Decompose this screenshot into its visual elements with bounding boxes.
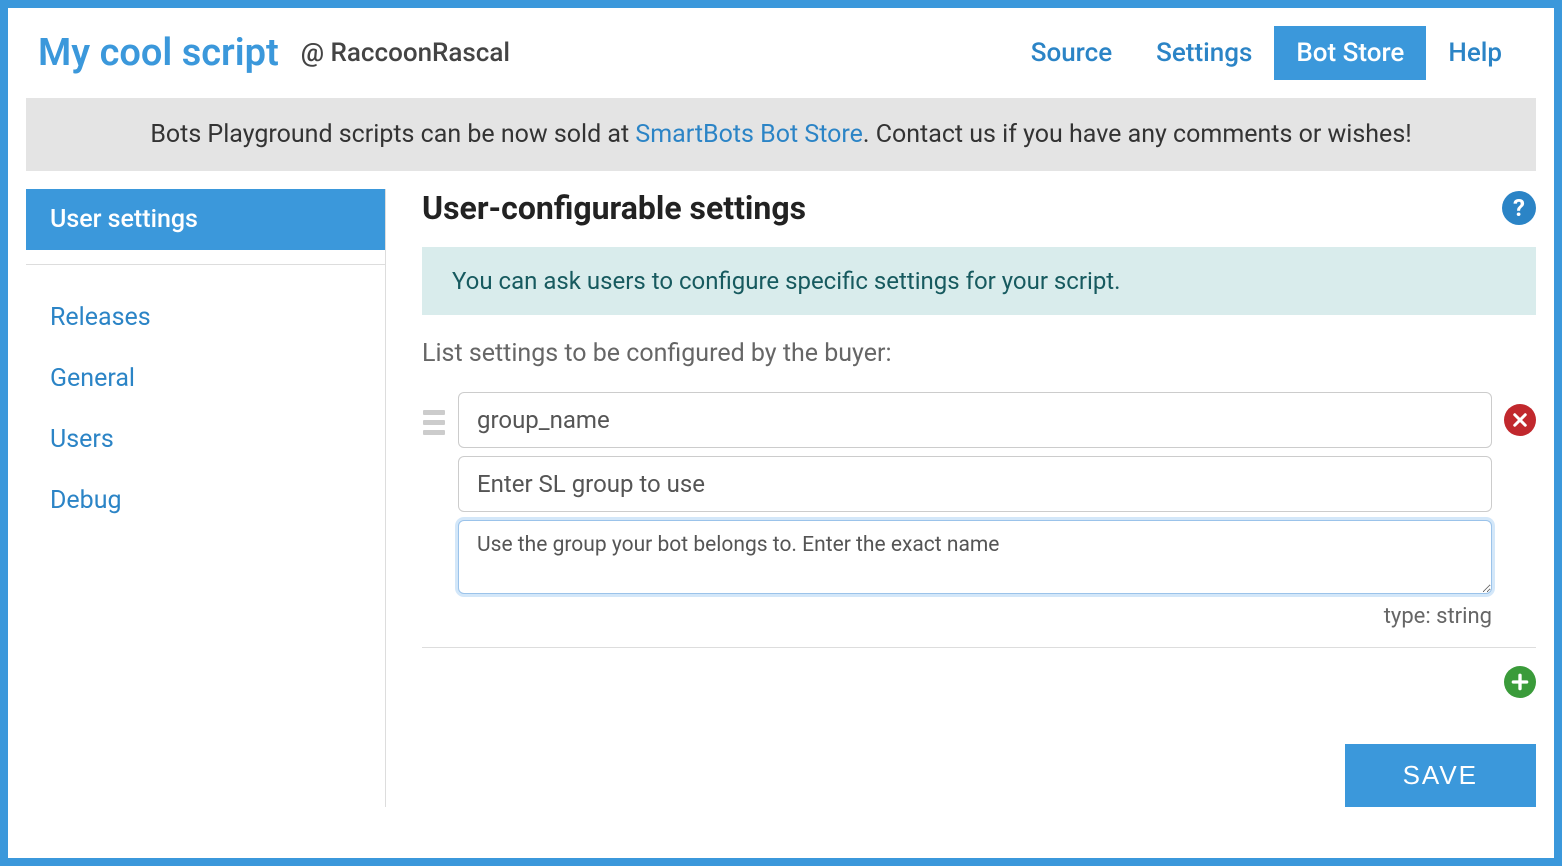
tab-help[interactable]: Help: [1426, 26, 1524, 80]
sidebar-item-users[interactable]: Users: [26, 409, 385, 470]
help-icon[interactable]: ?: [1502, 191, 1536, 225]
setting-name-input[interactable]: [458, 392, 1492, 448]
sidebar-item-releases[interactable]: Releases: [26, 287, 385, 348]
content-area: User settings Releases General Users Deb…: [8, 189, 1554, 807]
sidebar-item-debug[interactable]: Debug: [26, 470, 385, 531]
main-panel: User-configurable settings ? You can ask…: [386, 189, 1536, 807]
header: My cool script @ RaccoonRascal Source Se…: [8, 8, 1554, 98]
tab-source[interactable]: Source: [1009, 26, 1134, 80]
page-title: User-configurable settings: [422, 189, 806, 227]
setting-row: Use the group your bot belongs to. Enter…: [422, 392, 1536, 648]
sidebar-divider: [26, 264, 385, 265]
drag-handle-icon[interactable]: [422, 392, 446, 435]
info-box: You can ask users to configure specific …: [422, 247, 1536, 315]
setting-fields: Use the group your bot belongs to. Enter…: [458, 392, 1492, 629]
add-row: [422, 660, 1536, 716]
tab-bot-store[interactable]: Bot Store: [1274, 26, 1426, 80]
setting-description-input[interactable]: Use the group your bot belongs to. Enter…: [458, 520, 1492, 594]
save-row: SAVE: [422, 744, 1536, 807]
sidebar-item-user-settings[interactable]: User settings: [26, 189, 385, 250]
main-header-row: User-configurable settings ?: [422, 189, 1536, 227]
bot-store-link[interactable]: SmartBots Bot Store: [635, 120, 863, 149]
sidebar: User settings Releases General Users Deb…: [26, 189, 386, 807]
nav-tabs: Source Settings Bot Store Help: [1009, 26, 1524, 80]
delete-icon[interactable]: [1504, 404, 1536, 436]
add-icon[interactable]: [1504, 666, 1536, 698]
info-banner: Bots Playground scripts can be now sold …: [26, 98, 1536, 171]
tab-settings[interactable]: Settings: [1134, 26, 1274, 80]
save-button[interactable]: SAVE: [1345, 744, 1536, 807]
sidebar-item-general[interactable]: General: [26, 348, 385, 409]
script-title: My cool script: [38, 31, 279, 75]
setting-prompt-input[interactable]: [458, 456, 1492, 512]
list-label: List settings to be configured by the bu…: [422, 339, 1536, 368]
author-label: @ RaccoonRascal: [301, 38, 510, 68]
setting-type-label: type: string: [458, 604, 1492, 629]
